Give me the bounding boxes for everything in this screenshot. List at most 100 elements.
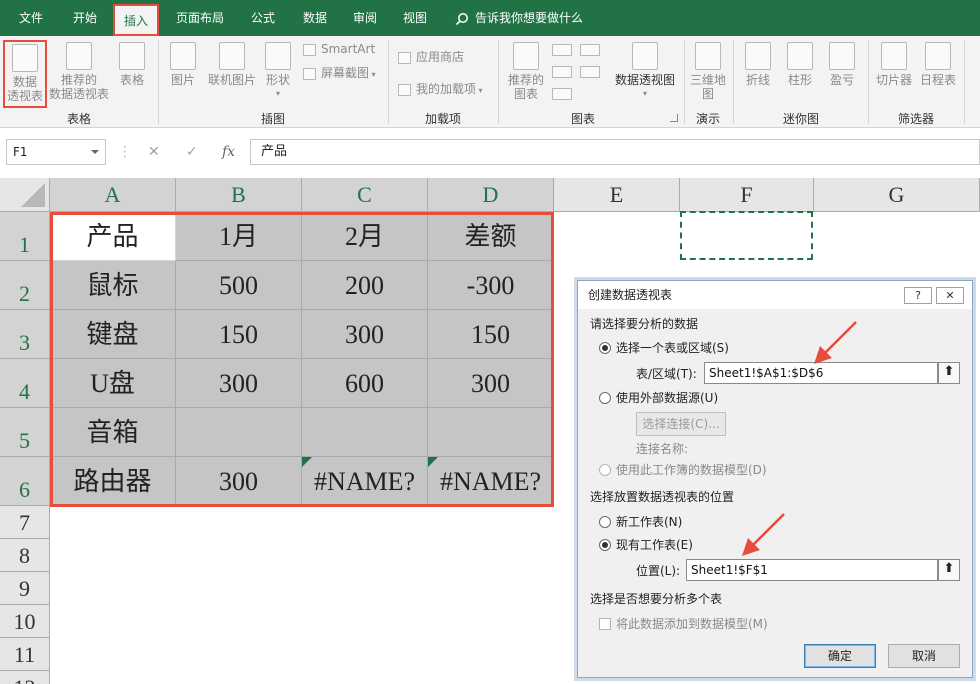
cancel-button[interactable]: 取消 [888, 644, 960, 668]
radio-existing-worksheet-label[interactable]: 现有工作表(E) [616, 538, 693, 552]
radio-external-source-label[interactable]: 使用外部数据源(U) [616, 391, 718, 405]
select-all-corner[interactable] [0, 178, 50, 212]
cancel-icon[interactable]: ✕ [148, 144, 160, 160]
tab-data[interactable]: 数据 [292, 0, 338, 36]
row-header-2[interactable]: 2 [0, 261, 50, 310]
tab-view[interactable]: 视图 [392, 0, 438, 36]
sparkline-winloss-label: 盈亏 [829, 73, 854, 87]
timeline-button[interactable]: 日程表 [917, 42, 959, 87]
tab-formulas[interactable]: 公式 [240, 0, 286, 36]
sparkline-line-button[interactable]: 折线 [740, 42, 776, 87]
column-header-d[interactable]: D [428, 178, 554, 212]
picture-button[interactable]: 图片 [164, 42, 202, 87]
group-addins-label: 加载项 [424, 112, 461, 126]
column-header-g[interactable]: G [814, 178, 980, 212]
radio-data-model-label[interactable]: 使用此工作簿的数据模型(D) [616, 463, 767, 477]
row-header-12[interactable]: 12 [0, 671, 50, 684]
sparkline-winloss-button[interactable]: 盈亏 [824, 42, 860, 87]
column-header-f[interactable]: F [680, 178, 814, 212]
radio-new-worksheet-label[interactable]: 新工作表(N) [616, 515, 682, 529]
screenshot-label: 屏幕截图 [321, 66, 370, 80]
chart-types-gallery[interactable] [550, 42, 610, 102]
recommended-pivot-icon [66, 42, 92, 70]
my-addins-button[interactable]: 我的加载项 ▾ [398, 82, 494, 98]
row-header-6[interactable]: 6 [0, 457, 50, 506]
shapes-label: 形状 [265, 73, 290, 87]
row-header-9[interactable]: 9 [0, 572, 50, 605]
recommended-charts-label-2: 图表 [513, 87, 538, 101]
row-header-5[interactable]: 5 [0, 408, 50, 457]
location-label: 位置(L): [636, 564, 681, 578]
radio-external-source[interactable] [599, 392, 611, 404]
section-choose-data: 请选择要分析的数据 [590, 317, 699, 331]
enter-icon[interactable]: ✓ [186, 144, 198, 160]
group-sparklines-label: 迷你图 [782, 112, 819, 126]
sparkline-column-label: 柱形 [787, 73, 812, 87]
formula-bar-grip-icon: ⋮ [118, 144, 132, 160]
checkbox-add-to-model-label[interactable]: 将此数据添加到数据模型(M) [616, 617, 768, 631]
insert-function-icon[interactable]: fx [222, 144, 235, 160]
ribbon-tab-bar: 文件 开始 插入 页面布局 公式 数据 审阅 视图 告诉我你想要做什么 [0, 0, 980, 36]
location-collapse-button[interactable]: ⬆ [938, 559, 960, 581]
column-header-e[interactable]: E [554, 178, 680, 212]
selected-range-highlight [50, 212, 554, 507]
row-header-11[interactable]: 11 [0, 638, 50, 671]
location-input[interactable]: Sheet1!$F$1 [686, 559, 938, 581]
slicer-label: 切片器 [875, 73, 912, 87]
radio-select-range-label[interactable]: 选择一个表或区域(S) [616, 341, 729, 355]
row-header-4[interactable]: 4 [0, 359, 50, 408]
group-filters-label: 筛选器 [897, 112, 934, 126]
3d-map-button[interactable]: 三维地 图 [688, 42, 728, 101]
sparkline-column-icon [787, 42, 813, 70]
row-header-7[interactable]: 7 [0, 506, 50, 539]
radio-select-range[interactable] [599, 342, 611, 354]
close-button[interactable]: ✕ [936, 287, 964, 304]
screenshot-button[interactable]: 屏幕截图 ▾ [303, 66, 383, 82]
table-button[interactable]: 表格 [112, 42, 152, 87]
sparkline-column-button[interactable]: 柱形 [782, 42, 818, 87]
help-button[interactable]: ? [904, 287, 932, 304]
tab-home[interactable]: 开始 [62, 0, 108, 36]
tell-me-box[interactable]: 告诉我你想要做什么 [455, 0, 583, 36]
radio-data-model[interactable] [599, 464, 611, 476]
column-header-b[interactable]: B [176, 178, 302, 212]
charts-dialog-launcher-icon[interactable] [670, 114, 678, 122]
recommended-pivot-label-2: 数据透视表 [48, 87, 109, 101]
shapes-button[interactable]: 形状 ▾ [260, 42, 296, 101]
row-header-1[interactable]: 1 [0, 212, 50, 261]
recommended-charts-button[interactable]: 推荐的 图表 [504, 42, 548, 101]
store-button[interactable]: 应用商店 [398, 50, 488, 64]
slicer-button[interactable]: 切片器 [872, 42, 916, 87]
online-picture-button[interactable]: 联机图片 [204, 42, 260, 87]
tell-me-text: 告诉我你想要做什么 [475, 11, 584, 25]
choose-connection-button[interactable]: 选择连接(C)... [636, 412, 726, 436]
dialog-title-bar[interactable]: 创建数据透视表 ? ✕ [578, 281, 972, 309]
pivot-chart-button[interactable]: 数据透视图 ▾ [612, 42, 678, 101]
formula-input[interactable]: 产品 [250, 139, 980, 165]
tab-page-layout[interactable]: 页面布局 [167, 0, 233, 36]
group-tours-label: 演示 [695, 112, 720, 126]
row-header-3[interactable]: 3 [0, 310, 50, 359]
tab-file[interactable]: 文件 [8, 0, 54, 36]
pivot-table-icon [12, 44, 38, 72]
column-chart-icon [552, 44, 572, 56]
pie-chart-icon [552, 88, 572, 100]
smartart-button[interactable]: SmartArt [303, 42, 383, 56]
row-header-8[interactable]: 8 [0, 539, 50, 572]
column-header-c[interactable]: C [302, 178, 428, 212]
recommended-pivot-button[interactable]: 推荐的 数据透视表 [48, 42, 110, 101]
range-collapse-button[interactable]: ⬆ [938, 362, 960, 384]
column-header-a[interactable]: A [50, 178, 176, 212]
row-header-10[interactable]: 10 [0, 605, 50, 638]
name-box[interactable]: F1 [6, 139, 106, 165]
tab-insert[interactable]: 插入 [113, 4, 159, 36]
chevron-down-icon[interactable] [91, 150, 99, 154]
checkbox-add-to-model[interactable] [599, 618, 611, 630]
radio-new-worksheet[interactable] [599, 516, 611, 528]
recommended-charts-icon [513, 42, 539, 70]
tab-review[interactable]: 审阅 [342, 0, 388, 36]
recommended-charts-label-1: 推荐的 [507, 73, 544, 87]
radio-existing-worksheet[interactable] [599, 539, 611, 551]
pivot-table-button[interactable]: 数据 透视表 [3, 40, 47, 108]
ok-button[interactable]: 确定 [804, 644, 876, 668]
